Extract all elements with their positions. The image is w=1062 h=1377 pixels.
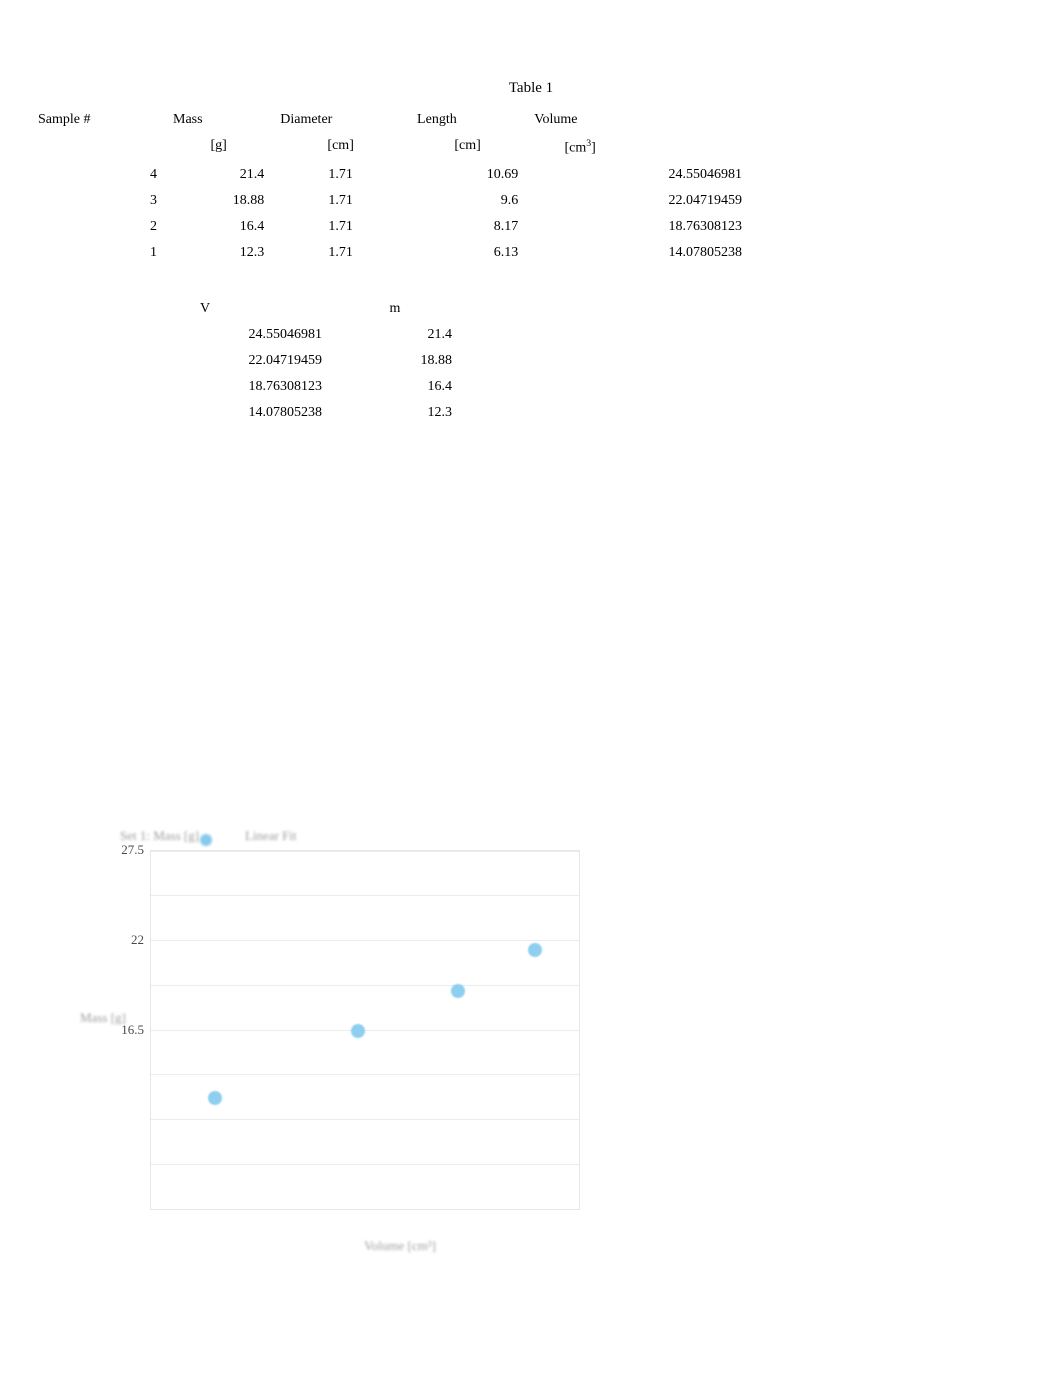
col-volume2-header	[634, 107, 750, 133]
y-axis-ticks: 27.5 22 16.5	[90, 850, 150, 1210]
grid-line	[151, 1030, 579, 1031]
y-tick: 22	[131, 932, 144, 948]
unit-length: [cm]	[409, 133, 526, 162]
cell-volume: 24.55046981	[526, 162, 750, 188]
table-row: 24.55046981 21.4	[180, 322, 460, 348]
cell-mass: 16.4	[165, 214, 272, 240]
x-axis-label: Volume [cm³]	[90, 1238, 650, 1254]
cell-sample: 3	[30, 188, 165, 214]
col-v-header: V	[180, 296, 330, 322]
data-table-2: V m 24.55046981 21.4 22.04719459 18.88 1…	[180, 296, 460, 426]
grid-line	[151, 1119, 579, 1120]
chart-point	[351, 1024, 365, 1038]
col-length-header: Length	[409, 107, 526, 133]
chart-plot-area	[150, 850, 580, 1210]
grid-line	[151, 1164, 579, 1165]
chart-legend: Set 1: Mass [g] Linear Fit	[90, 826, 650, 850]
cell-mass: 18.88	[165, 188, 272, 214]
cell-sample: 1	[30, 240, 165, 266]
table-row: 4 21.4 1.71 10.69 24.55046981	[30, 162, 750, 188]
cell-m: 16.4	[330, 374, 460, 400]
cell-length: 9.6	[409, 188, 526, 214]
chart-point	[528, 943, 542, 957]
chart-point	[451, 984, 465, 998]
data-table-1: Sample # Mass Diameter Length Volume [g]…	[30, 107, 750, 266]
table-row: 2 16.4 1.71 8.17 18.76308123	[30, 214, 750, 240]
col-diameter-header: Diameter	[272, 107, 409, 133]
grid-line	[151, 1074, 579, 1075]
cell-m: 18.88	[330, 348, 460, 374]
cell-diameter: 1.71	[272, 188, 409, 214]
cell-v: 24.55046981	[180, 322, 330, 348]
table-row: 18.76308123 16.4	[180, 374, 460, 400]
legend-marker-icon	[200, 834, 212, 846]
unit-mass: [g]	[165, 133, 272, 162]
cell-m: 21.4	[330, 322, 460, 348]
table-row: 1 12.3 1.71 6.13 14.07805238	[30, 240, 750, 266]
y-tick: 27.5	[121, 842, 144, 858]
table-title: Table 1	[30, 80, 1032, 97]
cell-sample: 4	[30, 162, 165, 188]
table-row: 22.04719459 18.88	[180, 348, 460, 374]
grid-line	[151, 985, 579, 986]
cell-diameter: 1.71	[272, 214, 409, 240]
grid-line	[151, 851, 579, 852]
table-row: 14.07805238 12.3	[180, 400, 460, 426]
grid-line	[151, 895, 579, 896]
table-units-row: [g] [cm] [cm] [cm3]	[30, 133, 750, 162]
table-row: 3 18.88 1.71 9.6 22.04719459	[30, 188, 750, 214]
cell-length: 6.13	[409, 240, 526, 266]
y-tick: 16.5	[121, 1022, 144, 1038]
col-volume-header: Volume	[526, 107, 634, 133]
cell-volume: 14.07805238	[526, 240, 750, 266]
unit-diameter: [cm]	[272, 133, 409, 162]
cell-m: 12.3	[330, 400, 460, 426]
scatter-chart: Set 1: Mass [g] Linear Fit Mass [g] 27.5…	[90, 826, 650, 1254]
table-header-row: V m	[180, 296, 460, 322]
cell-mass: 21.4	[165, 162, 272, 188]
table-header-row: Sample # Mass Diameter Length Volume	[30, 107, 750, 133]
chart-point	[208, 1091, 222, 1105]
cell-v: 18.76308123	[180, 374, 330, 400]
col-sample-header: Sample #	[30, 107, 165, 133]
grid-line	[151, 940, 579, 941]
cell-diameter: 1.71	[272, 240, 409, 266]
cell-v: 22.04719459	[180, 348, 330, 374]
cell-sample: 2	[30, 214, 165, 240]
unit-volume: [cm3]	[526, 133, 634, 162]
col-m-header: m	[330, 296, 460, 322]
cell-volume: 22.04719459	[526, 188, 750, 214]
cell-diameter: 1.71	[272, 162, 409, 188]
legend-fit-label: Linear Fit	[245, 828, 297, 844]
cell-v: 14.07805238	[180, 400, 330, 426]
cell-length: 10.69	[409, 162, 526, 188]
cell-length: 8.17	[409, 214, 526, 240]
col-mass-header: Mass	[165, 107, 272, 133]
cell-mass: 12.3	[165, 240, 272, 266]
cell-volume: 18.76308123	[526, 214, 750, 240]
